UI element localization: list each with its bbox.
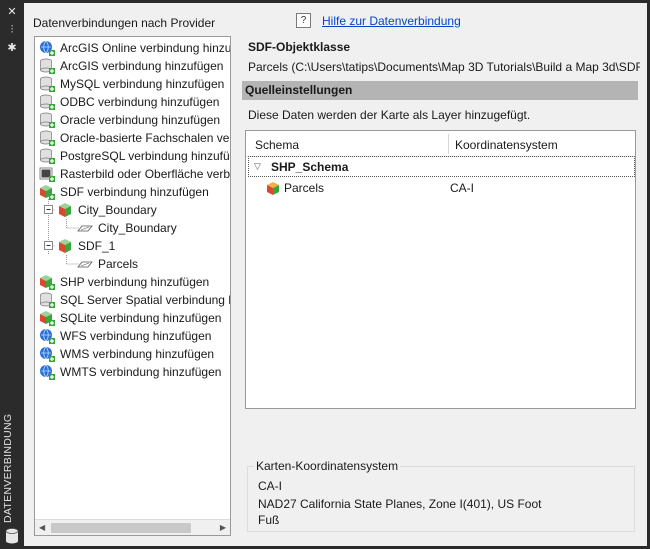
collapse-triangle-icon[interactable]: ▽ <box>254 161 261 172</box>
tree-item[interactable]: WMS verbindung hinzufügen <box>39 345 214 363</box>
tree-item[interactable]: WFS verbindung hinzufügen <box>39 327 211 345</box>
tree-item-label: SHP verbindung hinzufügen <box>60 275 210 289</box>
schema-group-row[interactable]: ▽ SHP_Schema <box>248 156 635 177</box>
map-cs-code: CA-I <box>258 479 282 493</box>
schema-grid[interactable]: Schema Koordinatensystem ▽ SHP_Schema Pa… <box>245 130 636 409</box>
object-path: Parcels (C:\Users\tatips\Documents\Map 3… <box>248 60 640 74</box>
layer-icon <box>77 225 93 232</box>
data-connect-icon <box>5 528 19 544</box>
cube-icon <box>59 203 71 217</box>
autohide-icon[interactable]: ⫶ <box>6 24 18 36</box>
tree-item[interactable]: SDF_1 <box>57 237 115 255</box>
tree-item[interactable]: ArcGIS verbindung hinzufügen <box>39 57 223 75</box>
database-plus-icon <box>40 148 55 164</box>
globe-plus-icon <box>40 40 55 56</box>
scrollbar-thumb[interactable] <box>51 523 191 533</box>
database-plus-icon <box>40 76 55 92</box>
provider-tree[interactable]: ArcGIS Online verbindung hinzufügen ArcGI… <box>34 36 231 536</box>
grid-header: Schema Koordinatensystem <box>246 131 635 157</box>
tree-item-label: SQLite verbindung hinzufügen <box>60 311 222 325</box>
gear-icon[interactable]: ✱ <box>6 42 18 54</box>
close-icon[interactable]: ✕ <box>6 6 18 18</box>
tree-item-label: City_Boundary <box>78 203 157 217</box>
sdf-plus-icon <box>40 275 55 290</box>
tree-item[interactable]: ODBC verbindung hinzufügen <box>39 93 219 111</box>
database-plus-icon <box>40 94 55 110</box>
tree-item-label: Parcels <box>98 257 139 271</box>
layer-icon <box>77 261 93 268</box>
table-row[interactable]: Parcels CA-I <box>246 179 635 197</box>
feature-class-icon <box>267 182 279 195</box>
map-cs-description: NAD27 California State Planes, Zone I(40… <box>258 497 542 511</box>
tree-item-label: Oracle-basierte Fachschalen verbindung h… <box>60 131 230 145</box>
database-plus-icon <box>40 58 55 74</box>
scroll-left-icon[interactable]: ◀ <box>39 523 45 532</box>
column-coordinate-system[interactable]: Koordinatensystem <box>455 138 558 152</box>
tree-item[interactable]: Oracle-basierte Fachschalen verbindung h… <box>39 129 230 147</box>
cube-icon <box>59 239 71 253</box>
database-plus-icon <box>40 112 55 128</box>
tree-item[interactable]: Oracle verbindung hinzufügen <box>39 111 220 129</box>
map-coordinate-system-group: Karten-Koordinatensystem CA-I NAD27 Cali… <box>247 459 635 532</box>
tree-item[interactable]: City_Boundary <box>57 201 157 219</box>
tree-item-label: ArcGIS Online verbindung hinzufügen <box>60 41 231 55</box>
raster-plus-icon <box>39 167 55 182</box>
sdf-plus-icon <box>40 185 55 200</box>
globe-plus-icon <box>40 364 55 380</box>
tree-item[interactable]: ArcGIS Online verbindung hinzufügen <box>39 39 231 57</box>
database-plus-icon <box>40 130 55 146</box>
tree-item[interactable]: SQL Server Spatial verbindung hinzufügen <box>39 291 230 309</box>
globe-plus-icon <box>40 346 55 362</box>
tree-item-label: SDF verbindung hinzufügen <box>60 185 209 199</box>
tree-item-label: WMS verbindung hinzufügen <box>60 347 215 361</box>
help-link-text[interactable]: Hilfe zur Datenverbindung <box>322 14 461 28</box>
database-plus-icon <box>40 292 55 308</box>
source-settings-header: Quelleinstellungen <box>242 81 638 100</box>
tree-item[interactable]: Rasterbild oder Oberfläche verbindung hi… <box>39 165 231 183</box>
tree-item-label: ArcGIS verbindung hinzufügen <box>60 59 224 73</box>
tree-item-label: PostgreSQL verbindung hinzufügen <box>60 149 231 163</box>
tree-item[interactable]: Parcels <box>77 255 138 273</box>
provider-title: Datenverbindungen nach Provider <box>33 16 216 30</box>
tree-item[interactable]: SDF verbindung hinzufügen <box>39 183 209 201</box>
tree-item[interactable]: City_Boundary <box>77 219 177 237</box>
palette-title: DATENVERBINDUNG <box>2 413 14 523</box>
tree-item-label: SQL Server Spatial verbindung hinzufügen <box>60 293 230 307</box>
tree-item-label: SDF_1 <box>78 239 116 253</box>
source-settings-description: Diese Daten werden der Karte als Layer h… <box>248 108 531 122</box>
tree-item-label: WFS verbindung hinzufügen <box>60 329 212 343</box>
tree-item-label: Rasterbild oder Oberfläche verbindung hi… <box>60 167 231 181</box>
globe-plus-icon <box>40 328 55 344</box>
tree-item-label: Oracle verbindung hinzufügen <box>60 113 221 127</box>
tree-item-label: WMTS verbindung hinzufügen <box>60 365 222 379</box>
map-cs-legend: Karten-Koordinatensystem <box>254 459 401 473</box>
help-icon[interactable]: ? <box>296 13 311 28</box>
schema-group-name: SHP_Schema <box>271 160 349 174</box>
map-cs-unit: Fuß <box>258 513 280 527</box>
palette-strip: ✕ ⫶ ✱ DATENVERBINDUNG <box>0 0 24 549</box>
tree-item[interactable]: WMTS verbindung hinzufügen <box>39 363 221 381</box>
object-class-title: SDF-Objektklasse <box>248 40 351 54</box>
tree-item[interactable]: MySQL verbindung hinzufügen <box>39 75 224 93</box>
tree-item[interactable]: SHP verbindung hinzufügen <box>39 273 209 291</box>
row-coordinate-system[interactable]: CA-I <box>450 181 474 195</box>
tree-horizontal-scrollbar[interactable]: ◀ ▶ <box>35 519 230 535</box>
tree-item-label: ODBC verbindung hinzufügen <box>60 95 220 109</box>
tree-item[interactable]: PostgreSQL verbindung hinzufügen <box>39 147 231 165</box>
tree-item[interactable]: SQLite verbindung hinzufügen <box>39 309 221 327</box>
column-divider[interactable] <box>448 134 449 154</box>
row-schema-name: Parcels <box>284 181 325 195</box>
scroll-right-icon[interactable]: ▶ <box>220 523 226 532</box>
column-schema[interactable]: Schema <box>255 138 299 152</box>
sdf-plus-icon <box>40 311 55 326</box>
tree-item-label: MySQL verbindung hinzufügen <box>60 77 225 91</box>
help-link[interactable]: ? Hilfe zur Datenverbindung <box>296 13 461 28</box>
tree-item-label: City_Boundary <box>98 221 177 235</box>
